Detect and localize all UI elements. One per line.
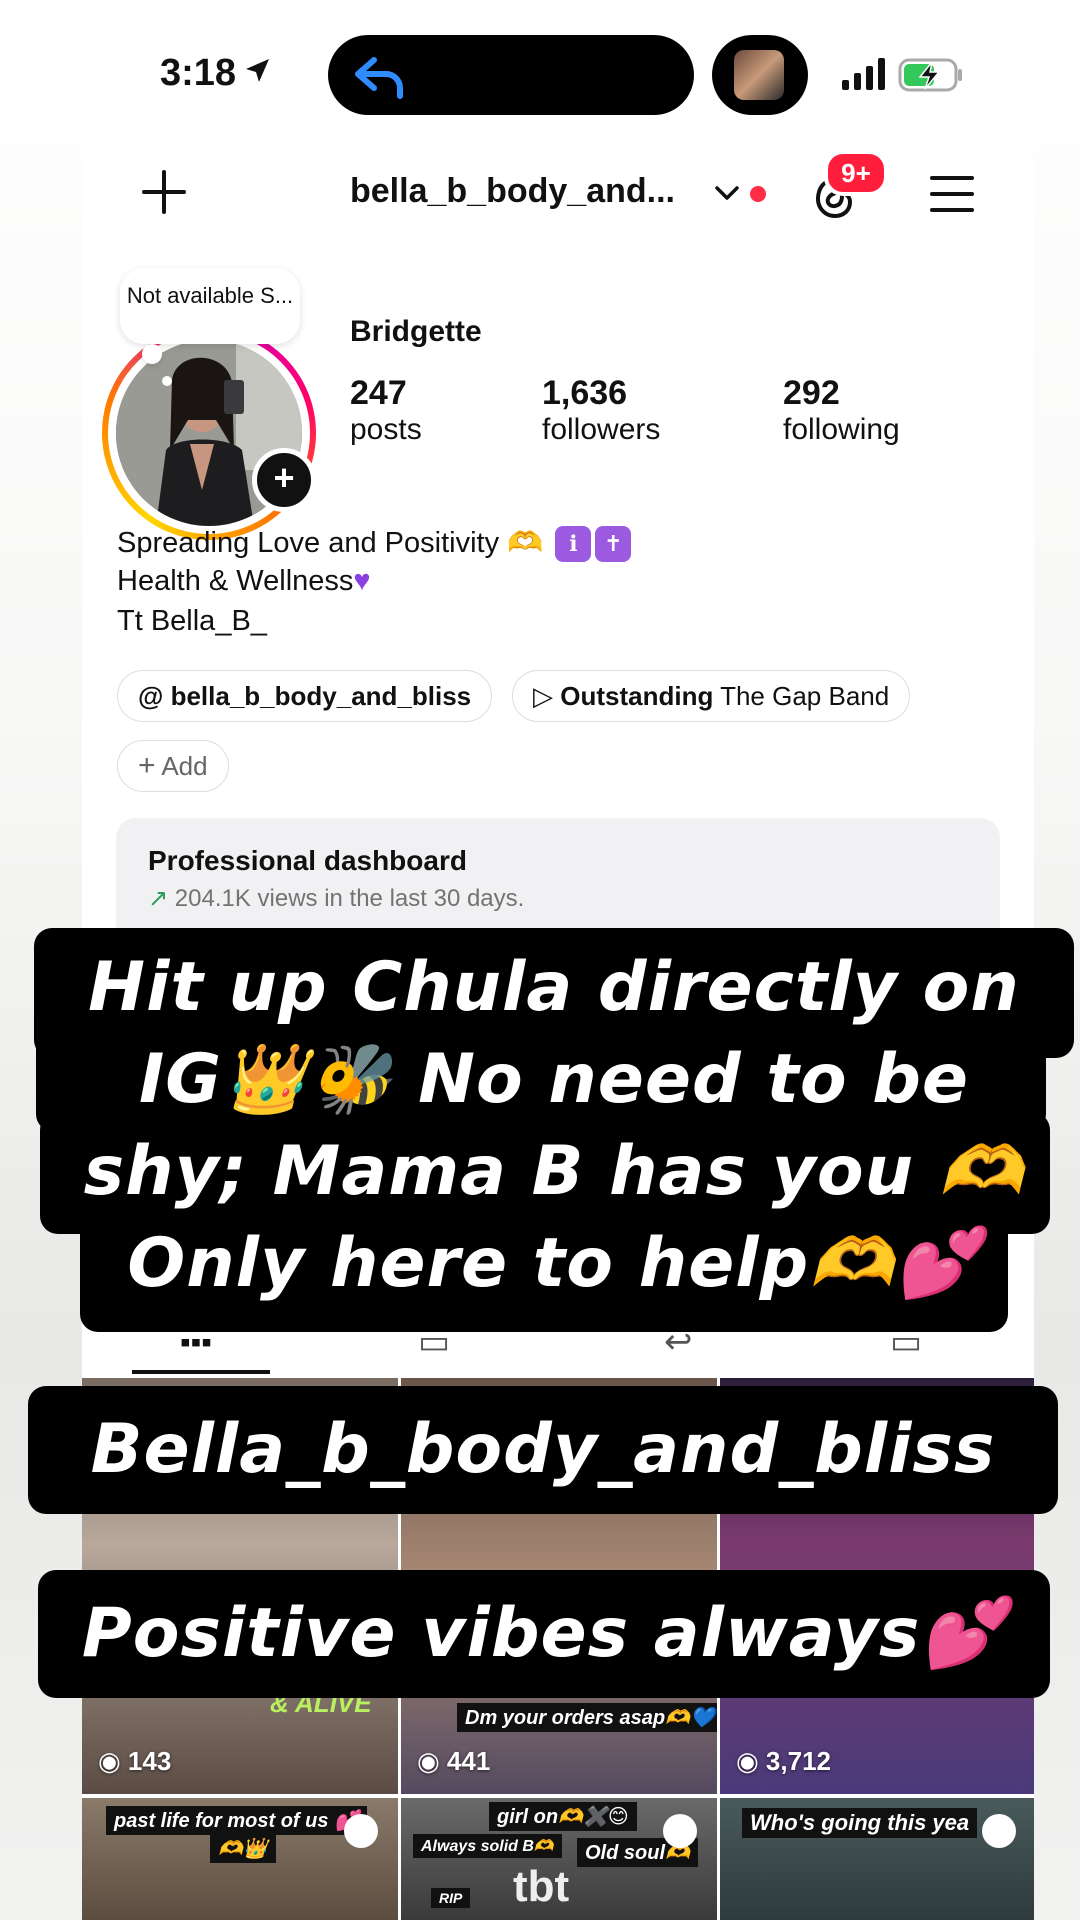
overlay-line-4: Only here to help🫶💕	[127, 1224, 981, 1303]
threads-notification-badge: 9+	[824, 150, 888, 196]
stat-followers[interactable]: 1,636 followers	[542, 374, 660, 447]
posts-count: 247	[350, 374, 407, 412]
bio-line-1: Spreading Love and Positivity 🫶 ℹ ✝	[117, 526, 632, 563]
stat-posts[interactable]: 247 posts	[350, 374, 422, 447]
following-label: following	[783, 413, 900, 446]
add-plus-icon: +	[138, 749, 156, 782]
cellular-signal-icon	[842, 58, 885, 90]
purple-heart-icon: ♥	[353, 565, 371, 597]
grid-post-5[interactable]: girl on🫶✖️😊 Always solid B🫶 Old soul🫶 tb…	[401, 1798, 717, 1920]
threads-small-icon: @	[138, 681, 164, 711]
post-3-view-count: 3,712	[765, 1746, 831, 1776]
stat-following[interactable]: 292 following	[783, 374, 900, 447]
post-4-caption-2: 🫶👑	[210, 1834, 276, 1863]
post-2-views: ◉ 441	[417, 1746, 491, 1776]
overlay-tagline-bg: Positive vibes always💕	[38, 1570, 1050, 1698]
story-overlay-text: Hit up Chula directly on IG👑🐝 No need to…	[34, 942, 1074, 1310]
overlay-line-1: Hit up Chula directly on	[88, 948, 1020, 1027]
dashboard-subtitle: ↗ 204.1K views in the last 30 days.	[148, 884, 524, 913]
threads-link-text: bella_b_body_and_bliss	[170, 681, 472, 711]
threads-link-chip[interactable]: @ bella_b_body_and_bliss	[117, 670, 493, 722]
music-title: Outstanding	[560, 681, 714, 711]
dashboard-views-text: 204.1K views in the last 30 days.	[174, 885, 525, 912]
post-5-caption-1: girl on🫶✖️😊	[489, 1802, 637, 1831]
grid-post-4[interactable]: past life for most of us 💕 🫶👑	[82, 1798, 398, 1920]
add-chip[interactable]: + Add	[117, 740, 229, 792]
profile-note-bubble[interactable]: Not available S...	[120, 268, 300, 344]
account-username[interactable]: bella_b_body_and...	[350, 172, 675, 211]
music-chip[interactable]: ▷ Outstanding The Gap Band	[512, 670, 911, 722]
now-playing-artwork	[734, 50, 784, 100]
grid-post-6[interactable]: Who's going this yea	[720, 1798, 1034, 1920]
video-play-icon	[344, 1814, 378, 1848]
video-play-icon	[663, 1814, 697, 1848]
overlay-line-3: shy; Mama B has you 🫶	[83, 1132, 1025, 1211]
post-5-rip: RIP	[431, 1888, 471, 1908]
chevron-down-icon[interactable]	[714, 182, 740, 204]
post-6-caption: Who's going this yea	[742, 1808, 978, 1838]
video-play-icon	[982, 1814, 1016, 1848]
followers-count: 1,636	[542, 374, 628, 412]
music-artist: The Gap Band	[720, 681, 890, 711]
bio-text-1: Spreading Love and Positivity	[117, 527, 500, 559]
overlay-tagline: Positive vibes always💕	[81, 1594, 1007, 1673]
hamburger-menu-icon[interactable]	[930, 174, 974, 214]
post-2-view-count: 441	[446, 1746, 491, 1776]
add-story-button[interactable]: +	[252, 448, 316, 512]
reply-arrow-icon[interactable]	[352, 54, 408, 100]
overlay-handle-bg: Bella_b_body_and_bliss	[28, 1386, 1058, 1514]
heart-hands-icon: 🫶	[507, 527, 544, 559]
overlay-handle: Bella_b_body_and_bliss	[90, 1410, 996, 1489]
account-notification-dot	[750, 186, 766, 202]
dashboard-title: Professional dashboard	[148, 845, 467, 876]
post-5-caption-2: Always solid B🫶	[413, 1834, 562, 1858]
post-4-caption: past life for most of us 💕	[106, 1806, 367, 1835]
display-name: Bridgette	[350, 315, 482, 348]
status-time: 3:18	[160, 52, 237, 94]
post-2-caption: Dm your orders asap🫶💙	[457, 1703, 717, 1732]
active-tab-indicator	[132, 1370, 270, 1374]
following-count: 292	[783, 374, 840, 412]
location-arrow-icon	[246, 59, 269, 82]
bio-text-2: Health & Wellness	[117, 565, 354, 597]
info-emoji-icon: ℹ	[555, 526, 592, 563]
cross-emoji-icon: ✝	[595, 526, 632, 563]
bio-line-3: Tt Bella_B_	[117, 605, 267, 637]
post-1-views: ◉ 143	[98, 1746, 172, 1776]
post-1-view-count: 143	[127, 1746, 172, 1776]
post-5-tbt: tbt	[513, 1862, 570, 1911]
create-plus-icon[interactable]	[140, 168, 188, 216]
play-outline-icon: ▷	[533, 681, 553, 711]
post-3-views: ◉ 3,712	[736, 1746, 831, 1776]
bio-line-2: Health & Wellness♥	[117, 565, 371, 598]
posts-label: posts	[350, 413, 422, 446]
trending-up-icon: ↗	[148, 885, 169, 912]
overlay-line-2: IG👑🐝 No need to be	[138, 1040, 970, 1119]
note-tail-dot-small	[162, 376, 172, 386]
battery-charging-icon	[898, 58, 962, 92]
followers-label: followers	[542, 413, 661, 446]
add-label: Add	[161, 751, 208, 781]
note-tail-dot	[142, 344, 162, 364]
